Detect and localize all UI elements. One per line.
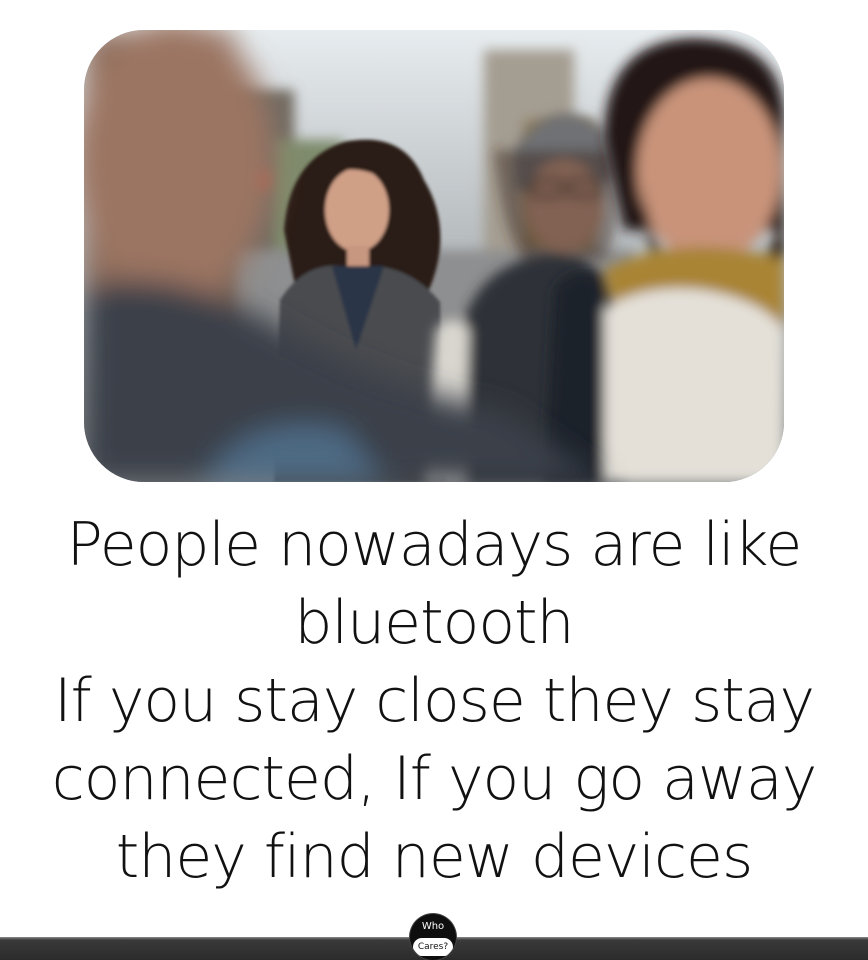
- logo-text-cares: Cares?: [413, 938, 453, 956]
- quote-line: People nowadays are like: [66, 510, 803, 580]
- quote-line: connected, If you go away: [51, 744, 817, 814]
- street-photo: [84, 30, 784, 482]
- street-photo-illustration: [84, 30, 784, 482]
- quote-line: If you stay close they stay: [53, 666, 815, 736]
- quote-line: they find new devices: [115, 822, 753, 892]
- logo-text-who: Who: [421, 921, 445, 932]
- quote-text: People nowadays are like bluetooth If yo…: [0, 506, 868, 896]
- quote-line: bluetooth: [294, 588, 574, 658]
- who-cares-logo: Who Cares?: [410, 914, 456, 960]
